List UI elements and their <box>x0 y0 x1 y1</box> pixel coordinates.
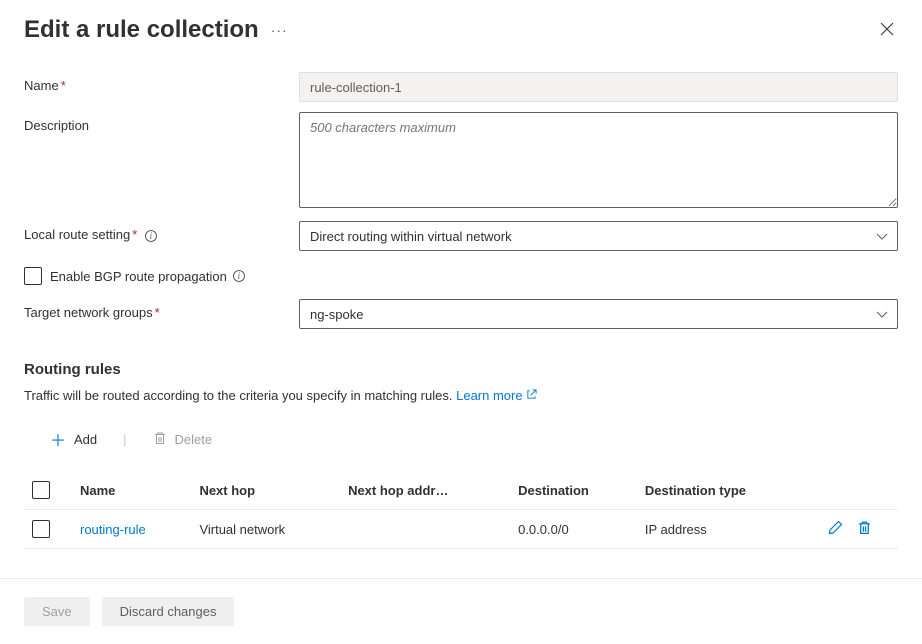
edit-row-button[interactable] <box>828 520 843 538</box>
cell-next-hop-addr <box>340 510 510 549</box>
description-label: Description <box>24 112 299 133</box>
col-next-hop[interactable]: Next hop <box>191 471 340 510</box>
col-destination[interactable]: Destination <box>510 471 637 510</box>
routing-rules-title: Routing rules <box>24 361 898 378</box>
cell-next-hop: Virtual network <box>191 510 340 549</box>
panel-title: Edit a rule collection <box>24 16 259 44</box>
local-route-select[interactable] <box>299 221 898 251</box>
routing-rules-description: Traffic will be routed according to the … <box>24 388 898 403</box>
info-icon[interactable]: i <box>145 230 157 242</box>
select-all-checkbox[interactable] <box>32 481 50 499</box>
col-next-hop-addr[interactable]: Next hop addr… <box>340 471 510 510</box>
target-select[interactable] <box>299 299 898 329</box>
cell-destination: 0.0.0.0/0 <box>510 510 637 549</box>
rules-toolbar: ＋ Add | Delete <box>24 423 898 455</box>
bgp-checkbox[interactable] <box>24 267 42 285</box>
learn-more-link[interactable]: Learn more <box>456 388 536 403</box>
col-destination-type[interactable]: Destination type <box>637 471 808 510</box>
discard-button[interactable]: Discard changes <box>102 597 235 626</box>
table-row: routing-rule Virtual network 0.0.0.0/0 I… <box>24 510 898 549</box>
save-button[interactable]: Save <box>24 597 90 626</box>
toolbar-separator: | <box>123 432 126 447</box>
description-textarea[interactable] <box>299 112 898 208</box>
local-route-label: Local route setting* i <box>24 221 299 242</box>
target-label: Target network groups* <box>24 299 299 320</box>
more-actions-button[interactable]: ··· <box>271 22 288 38</box>
rule-name-link[interactable]: routing-rule <box>80 522 146 537</box>
pencil-icon <box>828 520 843 535</box>
name-label: Name* <box>24 72 299 93</box>
external-link-icon <box>526 388 537 403</box>
col-name[interactable]: Name <box>72 471 191 510</box>
delete-rule-button[interactable]: Delete <box>145 427 221 452</box>
bgp-label: Enable BGP route propagation <box>50 269 227 284</box>
add-rule-button[interactable]: ＋ Add <box>42 423 105 455</box>
trash-icon <box>857 520 872 535</box>
delete-row-button[interactable] <box>857 520 872 538</box>
close-button[interactable] <box>876 18 898 43</box>
panel-footer: Save Discard changes <box>0 578 922 644</box>
plus-icon: ＋ <box>50 427 66 451</box>
rules-table: Name Next hop Next hop addr… Destination… <box>24 471 898 549</box>
close-icon <box>880 22 894 36</box>
panel-header: Edit a rule collection ··· <box>24 16 898 44</box>
row-checkbox[interactable] <box>32 520 50 538</box>
info-icon[interactable]: i <box>233 270 245 282</box>
name-input[interactable] <box>299 72 898 102</box>
cell-destination-type: IP address <box>637 510 808 549</box>
trash-icon <box>153 431 167 448</box>
